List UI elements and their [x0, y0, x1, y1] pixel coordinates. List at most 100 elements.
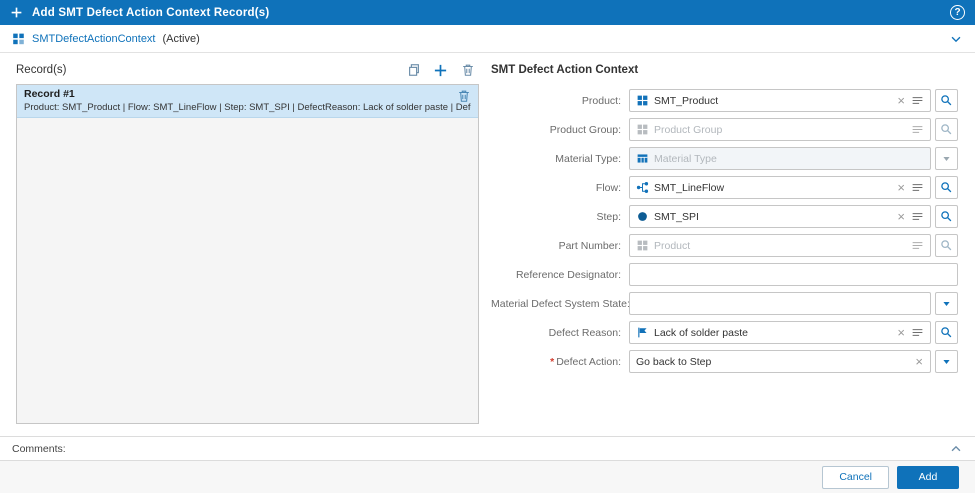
add-button[interactable]: Add: [897, 465, 959, 489]
material-defect-system-state-input[interactable]: [629, 292, 931, 315]
search-icon: [941, 211, 952, 222]
flow-label: Flow:: [595, 181, 621, 194]
flow-icon: [636, 182, 649, 193]
form-row-defect-action: * Defect Action: Go back to Step ×: [491, 350, 958, 373]
list-options-icon[interactable]: [911, 210, 924, 223]
defect-action-label: * Defect Action:: [491, 356, 629, 368]
copy-icon: [408, 64, 419, 76]
product-icon: [637, 95, 648, 106]
list-options-icon[interactable]: [911, 94, 924, 107]
list-options-icon[interactable]: [911, 239, 924, 252]
form-row-flow: Flow: SMT_LineFlow ×: [491, 176, 958, 199]
search-icon: [941, 327, 952, 338]
cancel-button[interactable]: Cancel: [822, 465, 889, 489]
product-group-placeholder: Product Group: [654, 123, 723, 136]
list-options-icon[interactable]: [911, 326, 924, 339]
product-label: Product:: [581, 94, 621, 107]
material-type-dropdown-button[interactable]: [935, 147, 958, 170]
product-group-label: Product Group:: [549, 123, 621, 136]
part-number-icon: [637, 240, 648, 251]
record-title: Record #1: [24, 88, 75, 100]
list-options-icon[interactable]: [911, 123, 924, 136]
entity-status: (Active): [162, 32, 200, 45]
defect-reason-label: Defect Reason:: [548, 326, 621, 339]
clear-icon[interactable]: ×: [896, 210, 906, 223]
chevron-down-icon[interactable]: [949, 32, 963, 46]
reference-designator-label: Reference Designator:: [515, 268, 621, 281]
product-search-button[interactable]: [935, 89, 958, 112]
entity-icon: [13, 33, 24, 45]
defect-reason-value: Lack of solder paste: [654, 326, 748, 339]
step-search-button[interactable]: [935, 205, 958, 228]
flow-input[interactable]: SMT_LineFlow ×: [629, 176, 931, 199]
records-toolbar: [406, 63, 479, 78]
main-content: Record(s) Record #1 Product: SMT_Product…: [0, 53, 975, 436]
material-defect-system-state-label: Material Defect System State:: [491, 297, 630, 310]
list-options-icon[interactable]: [911, 181, 924, 194]
delete-record-button[interactable]: [460, 63, 475, 78]
clear-icon[interactable]: ×: [896, 94, 906, 107]
dropdown-arrow-icon: [943, 360, 950, 364]
trash-icon[interactable]: [457, 89, 471, 103]
form-row-product-group: Product Group: Product Group: [491, 118, 958, 141]
flow-search-button[interactable]: [935, 176, 958, 199]
product-group-input[interactable]: Product Group: [629, 118, 931, 141]
product-group-icon: [637, 124, 648, 135]
record-row-selected[interactable]: Record #1 Product: SMT_Product | Flow: S…: [17, 85, 478, 118]
help-icon[interactable]: ?: [950, 5, 965, 20]
clear-icon[interactable]: ×: [914, 355, 924, 368]
record-list: Record #1 Product: SMT_Product | Flow: S…: [16, 84, 479, 424]
product-group-search-button[interactable]: [935, 118, 958, 141]
record-summary: Product: SMT_Product | Flow: SMT_LineFlo…: [24, 102, 471, 113]
form-row-step: Step: SMT_SPI ×: [491, 205, 958, 228]
copy-record-button[interactable]: [406, 63, 421, 78]
product-value: SMT_Product: [654, 94, 719, 107]
search-icon: [941, 182, 952, 193]
plus-icon: [434, 64, 447, 76]
defect-reason-search-button[interactable]: [935, 321, 958, 344]
entity-bar: SMTDefectActionContext (Active): [0, 25, 975, 53]
material-type-input[interactable]: Material Type: [629, 147, 931, 170]
dropdown-arrow-icon: [943, 157, 950, 161]
step-input[interactable]: SMT_SPI ×: [629, 205, 931, 228]
add-record-button[interactable]: [433, 63, 448, 78]
form-row-product: Product: SMT_Product ×: [491, 89, 958, 112]
required-marker: *: [550, 355, 555, 368]
step-label: Step:: [596, 210, 621, 223]
clear-icon[interactable]: ×: [896, 181, 906, 194]
part-number-input[interactable]: Product: [629, 234, 931, 257]
detail-form-panel: SMT Defect Action Context Product: SMT_P…: [483, 53, 975, 436]
form-row-defect-reason: Defect Reason: Lack of solder paste ×: [491, 321, 958, 344]
defect-action-input[interactable]: Go back to Step ×: [629, 350, 931, 373]
search-icon: [941, 95, 952, 106]
plus-icon: [11, 7, 22, 18]
search-icon: [941, 124, 952, 135]
records-panel-title: Record(s): [16, 64, 67, 76]
trash-icon: [462, 64, 473, 76]
reference-designator-input[interactable]: [629, 263, 958, 286]
material-type-label: Material Type:: [555, 152, 621, 165]
part-number-placeholder: Product: [654, 239, 691, 252]
form-row-material-type: Material Type: Material Type: [491, 147, 958, 170]
part-number-search-button[interactable]: [935, 234, 958, 257]
search-icon: [941, 240, 952, 251]
comments-section: Comments:: [0, 436, 975, 460]
material-type-placeholder: Material Type: [654, 152, 717, 165]
form-row-material-defect-system-state: Material Defect System State:: [491, 292, 958, 315]
flow-value: SMT_LineFlow: [654, 181, 725, 194]
entity-name[interactable]: SMTDefectActionContext: [32, 33, 156, 45]
chevron-up-icon[interactable]: [949, 442, 963, 456]
part-number-label: Part Number:: [558, 239, 621, 252]
product-input[interactable]: SMT_Product ×: [629, 89, 931, 112]
defect-action-value: Go back to Step: [636, 355, 712, 368]
clear-icon[interactable]: ×: [896, 326, 906, 339]
step-icon: [638, 212, 647, 221]
form-row-reference-designator: Reference Designator:: [491, 263, 958, 286]
defect-action-label-text: Defect Action:: [556, 355, 621, 368]
material-type-icon: [637, 154, 648, 163]
material-defect-system-state-dropdown-button[interactable]: [935, 292, 958, 315]
defect-action-dropdown-button[interactable]: [935, 350, 958, 373]
step-value: SMT_SPI: [654, 210, 699, 223]
dialog-footer: Cancel Add: [0, 460, 975, 493]
defect-reason-input[interactable]: Lack of solder paste ×: [629, 321, 931, 344]
